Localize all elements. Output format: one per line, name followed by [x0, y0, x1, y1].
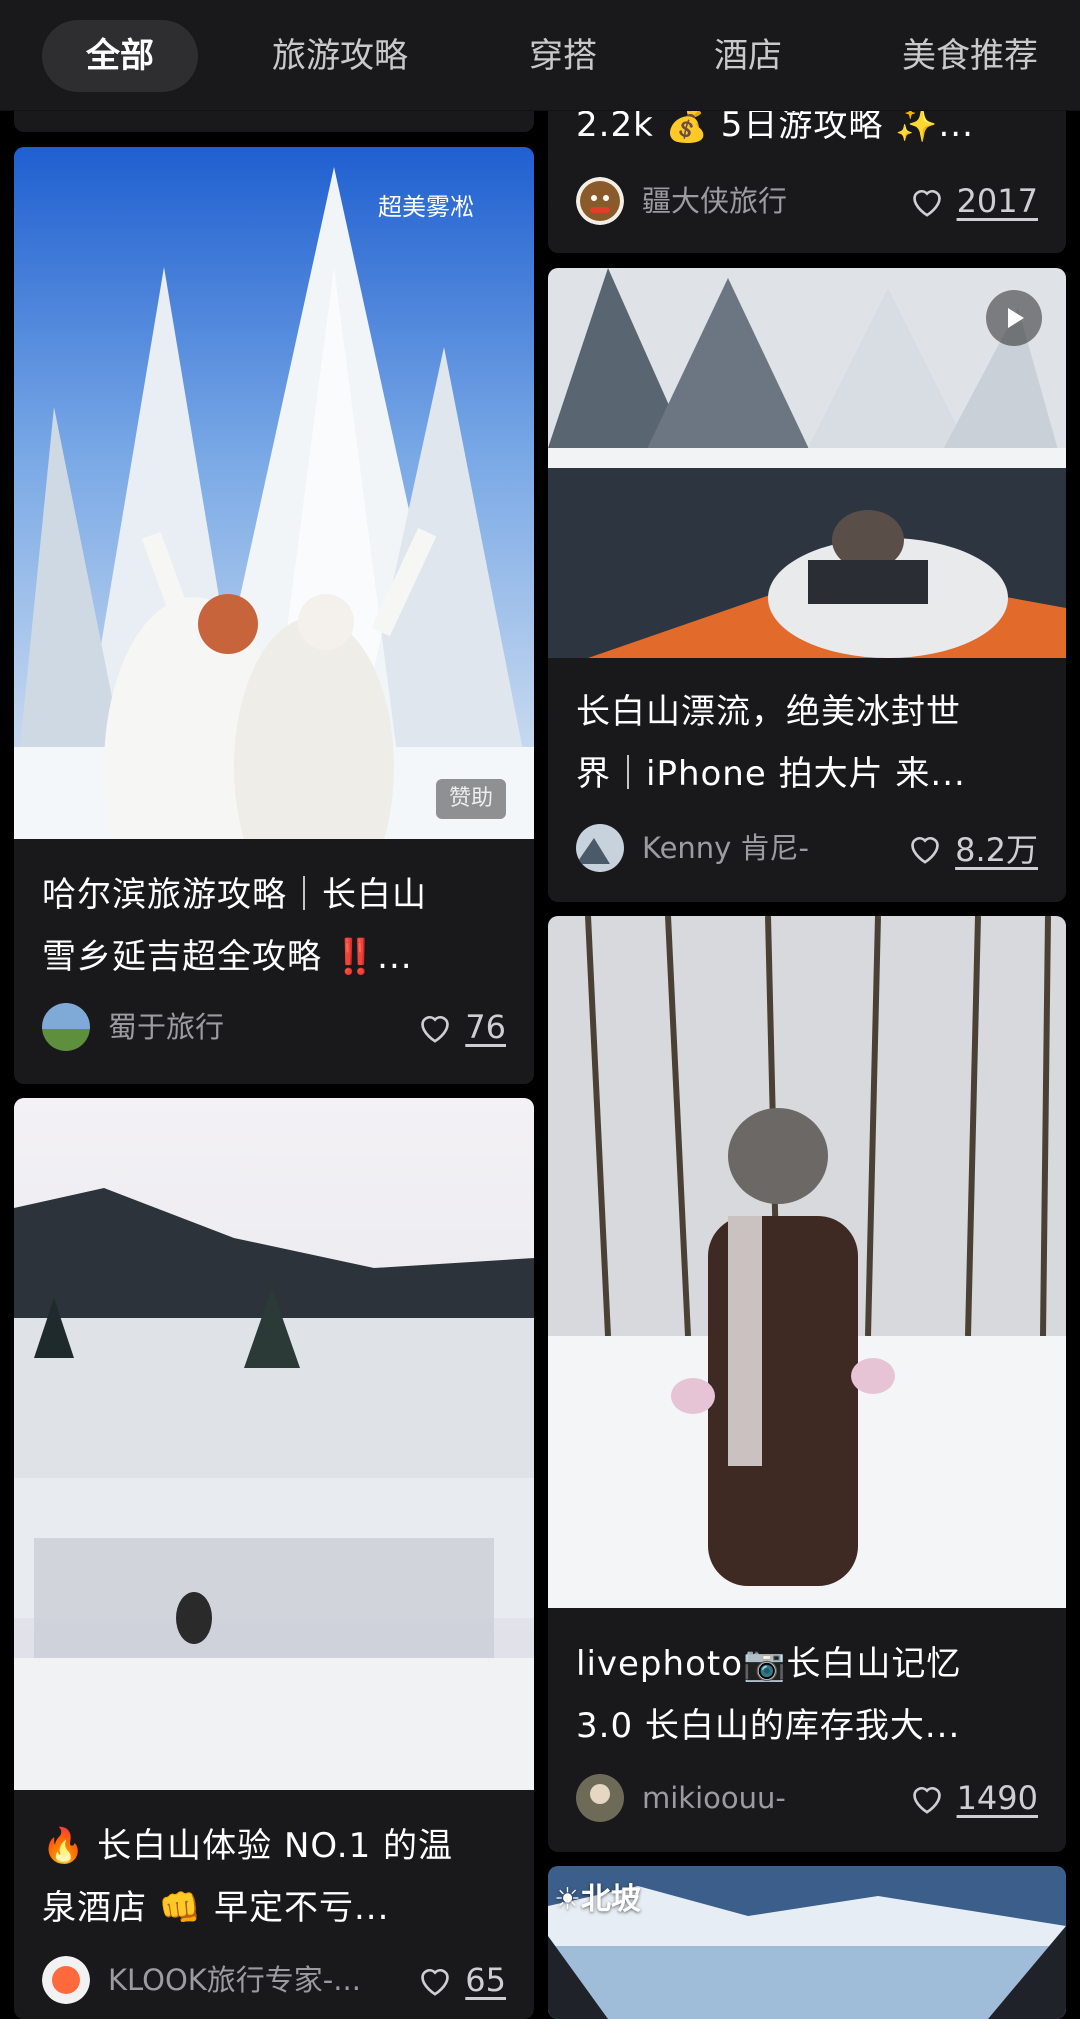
location-badge: ☀北坡	[554, 1882, 641, 1917]
like-button[interactable]: 65	[415, 1956, 506, 2004]
note-title-line-1: 🔥 长白山体验 NO.1 的温	[42, 1826, 454, 1866]
author-avatar[interactable]	[42, 1003, 90, 1051]
note-title-line-1: 哈尔滨旅游攻略｜长白山	[42, 875, 427, 915]
heart-outline-icon	[912, 1786, 941, 1814]
author-name[interactable]: Kenny 肯尼-	[642, 824, 809, 872]
like-count: 65	[465, 1961, 506, 1999]
note-card[interactable]: livephoto📷长白山记忆 3.0 长白山的库存我大... mikioouu…	[548, 916, 1066, 1852]
note-meta: 蜀于旅行 76	[42, 1003, 506, 1053]
category-tab-bar: 全部 旅游攻略 穿搭 酒店 美食推荐	[0, 0, 1080, 111]
note-title-line-2: 3.0 长白山的库存我大...	[576, 1706, 961, 1746]
note-title-line-1: 长白山漂流，绝美冰封世	[576, 692, 961, 732]
author-avatar[interactable]	[42, 1956, 90, 2004]
play-icon[interactable]	[986, 290, 1042, 346]
note-cover-image[interactable]	[14, 1098, 534, 1790]
author-name[interactable]: mikioouu-	[642, 1774, 786, 1822]
note-title-line-2: 泉酒店 👊 早定不亏...	[42, 1888, 390, 1928]
heart-outline-icon	[911, 836, 939, 864]
note-title-line-1: livephoto📷长白山记忆	[576, 1644, 962, 1684]
note-meta: Kenny 肯尼- 8.2万	[576, 824, 1038, 874]
author-avatar[interactable]	[576, 177, 624, 225]
author-avatar[interactable]	[576, 824, 624, 872]
tab-travel-guide[interactable]: 旅游攻略	[250, 20, 430, 92]
image-overlay-text: 超美雾凇	[378, 193, 474, 221]
heart-outline-icon	[912, 189, 941, 217]
author-name[interactable]: 疆大侠旅行	[642, 177, 787, 225]
sponsored-label: 赞助	[436, 779, 506, 819]
author-avatar[interactable]	[576, 1774, 624, 1822]
tab-hotel[interactable]: 酒店	[690, 20, 806, 92]
note-card[interactable]: ☀北坡	[548, 1866, 1066, 2019]
note-meta: 疆大侠旅行 2017	[576, 177, 1038, 227]
note-meta: KLOOK旅行专家-... 65	[42, 1956, 506, 2006]
like-button[interactable]: 8.2万	[905, 824, 1038, 872]
like-count: 2017	[956, 182, 1038, 220]
tab-all[interactable]: 全部	[42, 20, 198, 92]
like-count: 8.2万	[955, 831, 1038, 869]
like-button[interactable]: 2017	[907, 177, 1038, 225]
note-card[interactable]: 超美雾凇 赞助 哈尔滨旅游攻略｜长白山 雪乡延吉超全攻略 ‼️... 蜀于旅行 …	[14, 147, 534, 1084]
author-name[interactable]: 蜀于旅行	[108, 1003, 224, 1051]
note-meta: mikioouu- 1490	[576, 1774, 1038, 1824]
note-cover-image[interactable]: 超美雾凇	[14, 147, 534, 839]
like-button[interactable]: 1490	[907, 1774, 1038, 1822]
like-button[interactable]: 76	[415, 1003, 506, 1051]
heart-outline-icon	[421, 1015, 450, 1043]
note-cover-image[interactable]	[548, 916, 1066, 1608]
note-title-line-2: 雪乡延吉超全攻略 ‼️...	[42, 937, 413, 977]
note-card[interactable]: 🔥 长白山体验 NO.1 的温 泉酒店 👊 早定不亏... KLOOK旅行专家-…	[14, 1098, 534, 2019]
note-card[interactable]: 长白山漂流，绝美冰封世 界｜iPhone 拍大片 来... Kenny 肯尼- …	[548, 268, 1066, 902]
author-name[interactable]: KLOOK旅行专家-...	[108, 1956, 361, 2004]
note-title-line-2: 界｜iPhone 拍大片 来...	[576, 754, 966, 794]
heart-outline-icon	[421, 1968, 450, 1996]
like-count: 1490	[956, 1779, 1038, 1817]
like-count: 76	[465, 1008, 506, 1046]
tab-outfits[interactable]: 穿搭	[505, 20, 621, 92]
tab-food[interactable]: 美食推荐	[880, 20, 1060, 92]
